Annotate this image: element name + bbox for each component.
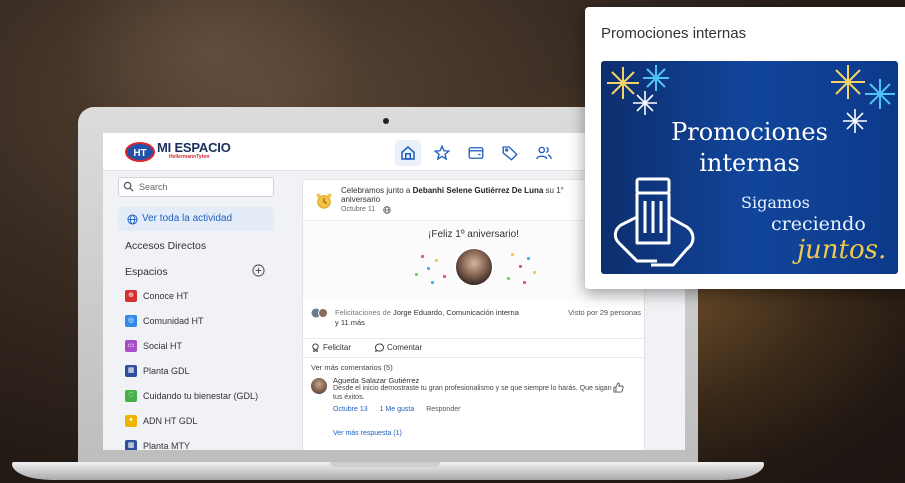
space-item-cuidando-bienestar[interactable]: ♡ Cuidando tu bienestar (GDL): [125, 389, 258, 403]
confetti: [527, 257, 530, 260]
congratulate-button[interactable]: Felicitar: [311, 339, 351, 357]
reactor-avatars[interactable]: [311, 308, 329, 318]
quick-access-heading[interactable]: Accesos Directos: [125, 240, 206, 252]
logo-subtitle: HellermannTyton: [169, 154, 210, 160]
promo-banner[interactable]: Promociones internas Sigamos creciendo j…: [601, 61, 898, 274]
post-actions-bar: Felicitar Comentar: [303, 338, 644, 358]
reactions-text[interactable]: Felicitaciones de Jorge Eduardo, Comunic…: [335, 308, 555, 328]
confetti: [507, 277, 510, 280]
add-space-plus-icon[interactable]: [252, 264, 265, 277]
heart-icon: ♡: [125, 390, 137, 402]
more-replies-link[interactable]: Ver más respuesta (1): [333, 430, 402, 437]
space-item-social-ht[interactable]: ▭ Social HT: [125, 339, 182, 353]
reactions-more: y 11 más: [335, 318, 365, 327]
comment-likes[interactable]: 1 Me gusta: [380, 406, 415, 413]
space-item-label: Planta MTY: [143, 441, 191, 450]
space-item-label: Planta GDL: [143, 366, 190, 376]
comment-button[interactable]: Comentar: [375, 339, 422, 357]
comment-author[interactable]: Agueda Salazar Gutiérrez: [333, 376, 419, 385]
main-nav: [395, 140, 557, 166]
globe-icon: [127, 214, 138, 225]
post-person-name[interactable]: Debanhi Selene Gutiérrez De Luna: [413, 186, 544, 195]
tag-icon[interactable]: [497, 140, 523, 166]
confetti: [523, 281, 526, 284]
comment-label: Comentar: [387, 343, 423, 352]
space-item-adn-ht-gdl[interactable]: ✦ ADN HT GDL: [125, 414, 197, 428]
comment-body: Desde el inicio demostraste tu gran prof…: [333, 385, 612, 401]
spaces-heading: Espacios: [125, 266, 168, 278]
banner-heading: Promociones internas: [601, 117, 898, 179]
avatar[interactable]: [311, 378, 327, 394]
space-item-label: Conoce HT: [143, 291, 189, 301]
promo-card[interactable]: Promociones internas Promociones interna…: [585, 7, 905, 289]
confetti: [533, 271, 536, 274]
banner-heading-line1: Promociones: [671, 118, 828, 146]
star-icon[interactable]: [429, 140, 455, 166]
confetti: [511, 253, 514, 256]
people-icon[interactable]: [531, 140, 557, 166]
space-item-label: Social HT: [143, 341, 183, 351]
comment-item: Agueda Salazar Gutiérrez Desde el inicio…: [311, 376, 641, 436]
confetti: [421, 255, 424, 258]
confetti: [427, 267, 430, 270]
sparkle-icon: [865, 79, 895, 109]
sparkle-icon: [633, 91, 657, 115]
left-sidebar: Search Ver toda la actividad Accesos Dir…: [103, 171, 293, 450]
thumbs-up-icon[interactable]: [613, 382, 624, 393]
globe-icon: ⊕: [125, 290, 137, 302]
social-icon: ▭: [125, 340, 137, 352]
space-item-comunidad-ht[interactable]: ◎ Comunidad HT: [125, 314, 204, 328]
reactions-names: Jorge Eduardo, Comunicación interna: [392, 308, 519, 317]
home-icon[interactable]: [395, 140, 421, 166]
logo-title: MI ESPACIO: [157, 140, 231, 155]
comment-bubble-icon: [375, 343, 384, 352]
community-icon: ◎: [125, 315, 137, 327]
confetti: [443, 275, 446, 278]
congratulate-label: Felicitar: [323, 343, 352, 352]
reactions-prefix: Felicitaciones de: [335, 308, 393, 317]
comment-meta: Octubre 13 1 Me gusta Responder: [333, 406, 470, 413]
banner-subtitle-1: Sigamos: [741, 193, 810, 212]
search-input[interactable]: Search: [118, 177, 274, 197]
dna-icon: ✦: [125, 415, 137, 427]
space-item-planta-gdl[interactable]: ▦ Planta GDL: [125, 364, 190, 378]
app-logo[interactable]: HT MI ESPACIO HellermannTyton: [125, 139, 255, 165]
promo-title: Promociones internas: [601, 25, 747, 42]
alarm-clock-icon: [316, 193, 332, 209]
comment-date: Octubre 13: [333, 406, 368, 413]
banner-heading-line2: internas: [699, 149, 800, 177]
logo-badge: HT: [125, 142, 155, 162]
space-item-label: Comunidad HT: [143, 316, 204, 326]
seen-by-count[interactable]: Visto por 29 personas: [561, 308, 641, 318]
confetti: [519, 265, 522, 268]
space-item-conoce-ht[interactable]: ⊕ Conoce HT: [125, 289, 189, 303]
sparkle-icon: [831, 65, 865, 99]
more-comments-link[interactable]: Ver más comentarios (5): [311, 363, 393, 372]
post-date: Octubre 11: [341, 206, 376, 213]
view-all-activity-link[interactable]: Ver toda la actividad: [118, 207, 274, 231]
confetti: [435, 259, 438, 262]
avatar[interactable]: [454, 247, 494, 287]
space-item-planta-mty[interactable]: ▦ Planta MTY: [125, 439, 190, 450]
banner-subtitle-2: creciendo: [771, 213, 866, 235]
hands-together-icon: [613, 177, 695, 267]
public-globe-icon: [383, 206, 391, 214]
award-icon: [312, 343, 319, 352]
post-text-prefix: Celebramos junto a: [341, 186, 413, 195]
confetti: [415, 273, 418, 276]
laptop-camera: [383, 118, 389, 124]
search-icon: [123, 181, 134, 192]
space-item-label: Cuidando tu bienestar (GDL): [143, 391, 259, 401]
space-item-label: ADN HT GDL: [143, 416, 198, 426]
building-icon: ▦: [125, 365, 137, 377]
banner-script: juntos.: [797, 235, 887, 265]
reply-button[interactable]: Responder: [426, 406, 460, 413]
laptop-notch: [330, 462, 440, 467]
post-text: Celebramos junto a Debanhi Selene Gutiér…: [341, 186, 571, 204]
building-icon: ▦: [125, 440, 137, 450]
confetti: [431, 281, 434, 284]
wallet-icon[interactable]: [463, 140, 489, 166]
